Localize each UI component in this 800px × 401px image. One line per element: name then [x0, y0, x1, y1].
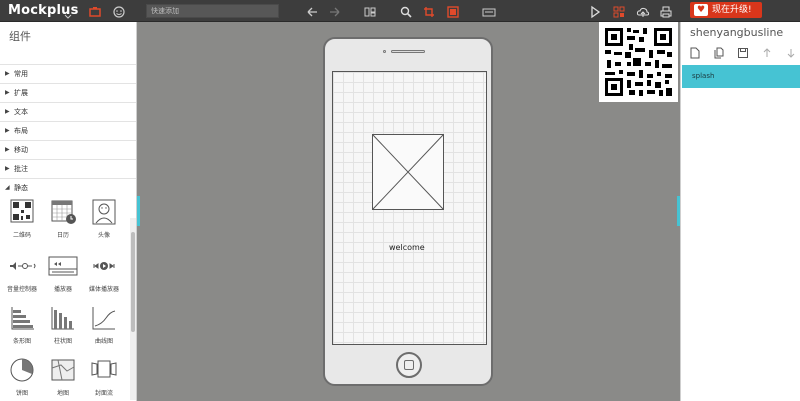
- frame-icon[interactable]: [446, 4, 460, 18]
- avatar-icon: [92, 199, 116, 225]
- category-label: 常用: [14, 70, 28, 78]
- component-label: 封面流: [94, 390, 113, 397]
- crop-icon[interactable]: [422, 4, 436, 18]
- category-annotation[interactable]: ▶ 批注: [0, 159, 136, 178]
- image-placeholder-icon: [372, 134, 444, 210]
- component-label: 播放器: [53, 286, 72, 293]
- search-icon[interactable]: [399, 4, 413, 18]
- qr-preview-icon[interactable]: [612, 4, 626, 18]
- component-calendar[interactable]: 日历: [43, 198, 83, 240]
- phone-speaker: [391, 50, 425, 53]
- calendar-icon: [51, 200, 76, 224]
- component-volume-control[interactable]: 音量控制器: [2, 252, 42, 294]
- qr-code-icon: [605, 28, 672, 96]
- component-coverflow[interactable]: 封面流: [84, 356, 124, 398]
- component-label: 二维码: [12, 232, 31, 239]
- category-extended[interactable]: ▶ 扩展: [0, 83, 136, 102]
- component-avatar[interactable]: 头像: [84, 198, 124, 240]
- component-qrcode[interactable]: 二维码: [2, 198, 42, 240]
- left-panel-toggle[interactable]: [137, 196, 140, 226]
- pages-panel: shenyangbusline splash: [680, 22, 800, 401]
- coverflow-icon: [91, 360, 117, 378]
- component-label: 音量控制器: [6, 286, 37, 293]
- component-label: 地图: [56, 390, 69, 397]
- redo-icon[interactable]: [328, 4, 342, 18]
- category-layout[interactable]: ▶ 布局: [0, 121, 136, 140]
- line-chart-icon: [92, 307, 116, 330]
- keyboard-icon[interactable]: [482, 4, 496, 18]
- upgrade-button[interactable]: ♥ 现在升级!: [690, 2, 762, 18]
- component-pie-chart[interactable]: 饼图: [2, 356, 42, 398]
- save-icon[interactable]: [737, 44, 749, 58]
- camera-dot: [383, 50, 386, 53]
- move-up-icon[interactable]: [761, 44, 773, 57]
- category-label: 布局: [14, 127, 28, 135]
- project-title: shenyangbusline: [690, 26, 784, 39]
- category-static[interactable]: ◢ 静态: [0, 178, 136, 197]
- component-label: 条形图: [12, 338, 31, 345]
- play-icon[interactable]: [588, 4, 602, 19]
- chevron-down-icon[interactable]: [64, 5, 78, 19]
- panel-title: 组件: [9, 30, 31, 43]
- category-label: 移动: [14, 146, 28, 154]
- category-mobile[interactable]: ▶ 移动: [0, 140, 136, 159]
- caret-right-icon: ▶: [5, 89, 10, 96]
- component-label: 曲线图: [94, 338, 113, 345]
- caret-right-icon: ▶: [5, 108, 10, 115]
- category-text[interactable]: ▶ 文本: [0, 102, 136, 121]
- map-icon: [51, 359, 75, 381]
- copy-page-icon[interactable]: [713, 44, 725, 59]
- pie-chart-icon: [10, 358, 34, 382]
- image-placeholder[interactable]: [372, 134, 444, 210]
- component-label: 饼图: [15, 390, 28, 397]
- cloud-upload-icon[interactable]: [636, 4, 650, 18]
- component-bar-chart[interactable]: 条形图: [2, 304, 42, 346]
- component-media-player[interactable]: 媒体播放器: [84, 252, 124, 294]
- welcome-label[interactable]: welcome: [389, 243, 425, 252]
- home-button: [396, 352, 422, 378]
- caret-right-icon: ▶: [5, 70, 10, 77]
- new-page-icon[interactable]: [689, 44, 701, 59]
- caret-down-icon: ◢: [5, 184, 10, 191]
- volume-control-icon: [10, 262, 36, 270]
- component-label: 柱状图: [53, 338, 72, 345]
- component-label: 媒体播放器: [88, 286, 119, 293]
- top-toolbar: Mockplus 快速添加 ♥ 现在升级!: [0, 0, 800, 22]
- media-player-icon: [93, 262, 115, 270]
- caret-right-icon: ▶: [5, 165, 10, 172]
- preview-qr-code: [599, 22, 678, 102]
- undo-icon[interactable]: [305, 4, 319, 18]
- category-label: 批注: [14, 165, 28, 173]
- component-icon[interactable]: [88, 4, 102, 18]
- qrcode-icon: [10, 199, 34, 223]
- component-line-chart[interactable]: 曲线图: [84, 304, 124, 346]
- category-label: 文本: [14, 108, 28, 116]
- page-item-splash[interactable]: splash: [682, 65, 800, 88]
- upgrade-label: 现在升级!: [712, 5, 752, 15]
- component-player[interactable]: 播放器: [43, 252, 83, 294]
- scrollbar-thumb[interactable]: [131, 232, 135, 332]
- component-map[interactable]: 地图: [43, 356, 83, 398]
- heart-icon: ♥: [694, 4, 708, 16]
- category-label: 扩展: [14, 89, 28, 97]
- home-button-square: [404, 360, 414, 370]
- print-icon[interactable]: [659, 4, 673, 18]
- component-column-chart[interactable]: 柱状图: [43, 304, 83, 346]
- category-label: 静态: [14, 184, 28, 192]
- category-common[interactable]: ▶ 常用: [0, 64, 136, 83]
- caret-right-icon: ▶: [5, 146, 10, 153]
- move-down-icon[interactable]: [785, 44, 797, 58]
- component-label: 头像: [97, 232, 110, 239]
- column-chart-icon: [51, 307, 74, 330]
- emoji-icon[interactable]: [112, 4, 126, 18]
- bar-chart-icon: [11, 307, 34, 330]
- player-icon: [48, 256, 78, 276]
- components-scrollbar[interactable]: [130, 218, 136, 400]
- component-label: 日历: [56, 232, 69, 239]
- quick-add-input[interactable]: 快速添加: [146, 4, 279, 18]
- caret-right-icon: ▶: [5, 127, 10, 134]
- components-panel: 组件 ▶ 常用 ▶ 扩展 ▶ 文本 ▶ 布局 ▶ 移动 ▶ 批注 ◢ 静态 二维码 日历 头像…: [0, 22, 137, 401]
- align-icon[interactable]: [363, 4, 377, 18]
